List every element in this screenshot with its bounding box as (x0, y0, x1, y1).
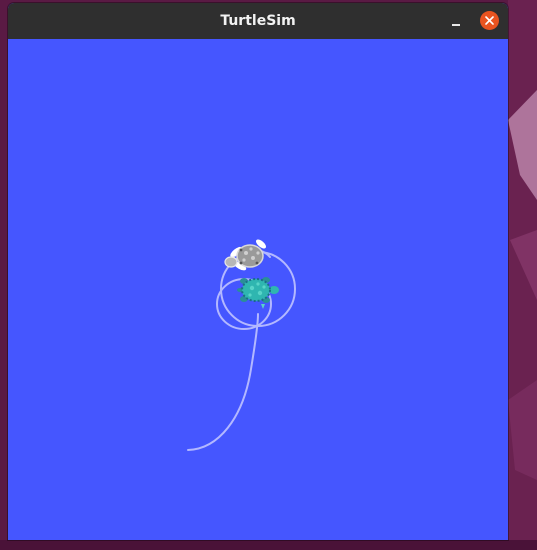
minimize-button[interactable] (446, 11, 466, 31)
close-icon (485, 16, 494, 25)
close-button[interactable] (480, 11, 499, 30)
window-title: TurtleSim (220, 13, 296, 29)
title-bar[interactable]: TurtleSim (8, 3, 508, 40)
turtlesim-window: TurtleSim (8, 3, 508, 540)
turtle-canvas (8, 39, 508, 540)
minimize-icon (452, 24, 460, 26)
desktop-wallpaper: TurtleSim (0, 0, 537, 550)
